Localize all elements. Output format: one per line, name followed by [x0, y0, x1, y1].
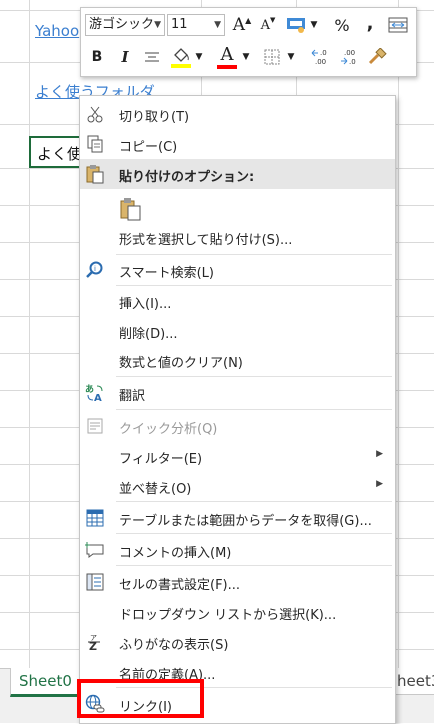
menu-item-show-phonetic[interactable]: アZ ふりがなの表示(S): [80, 627, 395, 657]
grow-font-button[interactable]: A ▲: [231, 14, 253, 36]
paste-icon: [118, 196, 144, 222]
bold-button[interactable]: B: [87, 46, 107, 68]
italic-button[interactable]: I: [115, 46, 135, 68]
menu-item-cut[interactable]: 切り取り(T): [80, 99, 395, 129]
chevron-down-icon: ▼: [154, 20, 161, 30]
number-format-button[interactable]: [284, 14, 308, 36]
svg-text:.00: .00: [344, 49, 355, 57]
fill-color-button[interactable]: [169, 44, 193, 70]
chevron-down-icon[interactable]: ▼: [309, 14, 319, 36]
menu-item-format-cells[interactable]: セルの書式設定(F)...: [80, 567, 395, 597]
copy-icon: [84, 133, 106, 155]
submenu-arrow-icon: ▶: [376, 449, 383, 459]
merge-cells-icon: [388, 17, 408, 33]
increase-decimal-button[interactable]: .0 .00: [309, 46, 333, 68]
font-color-button[interactable]: A: [215, 43, 239, 71]
menu-item-copy[interactable]: コピー(C): [80, 129, 395, 159]
font-color-swatch: [217, 65, 237, 69]
font-size-value: 11: [171, 17, 188, 32]
comment-icon: [84, 539, 106, 561]
mini-toolbar: 游ゴシック ▼ 11 ▼ A ▲ A ▼ ▼ % , B I ▼ A ▼ ▼ .…: [80, 7, 417, 77]
svg-text:i: i: [94, 265, 96, 273]
menu-item-pick-from-list[interactable]: ドロップダウン リストから選択(K)...: [80, 597, 395, 627]
chevron-down-icon[interactable]: ▼: [194, 46, 204, 68]
comma-style-button[interactable]: ,: [359, 12, 381, 34]
font-size-box[interactable]: 11 ▼: [167, 14, 225, 36]
sheet-tab-sheet0[interactable]: Sheet0: [10, 668, 81, 697]
menu-item-insert-comment[interactable]: コメントの挿入(M): [80, 535, 395, 565]
increase-decimal-icon: .0 .00: [311, 49, 327, 66]
context-menu: 切り取り(T) コピー(C) 貼り付けのオプション: 形式を選択して貼り付け(S…: [79, 95, 396, 724]
menu-item-delete[interactable]: 削除(D)...: [80, 316, 395, 346]
align-center-button[interactable]: [141, 46, 163, 68]
borders-button[interactable]: [261, 46, 283, 68]
format-painter-button[interactable]: [365, 46, 389, 68]
font-name-value: 游ゴシック: [89, 17, 155, 32]
svg-text:.00: .00: [315, 58, 326, 66]
submenu-arrow-icon: ▶: [376, 479, 383, 489]
scissors-icon: [84, 103, 106, 125]
menu-item-clear-contents[interactable]: 数式と値のクリア(N): [80, 345, 395, 375]
cell-yahoo-link[interactable]: Yahoo: [35, 22, 79, 40]
chevron-down-icon[interactable]: ▼: [286, 46, 296, 68]
svg-text:あ: あ: [85, 384, 94, 395]
menu-item-quick-analysis: クイック分析(Q): [80, 411, 395, 441]
borders-icon: [264, 49, 280, 65]
font-name-box[interactable]: 游ゴシック ▼: [85, 14, 165, 36]
shrink-font-button[interactable]: A ▼: [257, 14, 279, 36]
table-icon: [84, 507, 106, 529]
translate-icon: あA: [84, 382, 106, 404]
menu-item-filter[interactable]: フィルター(E) ▶: [80, 441, 395, 471]
menu-item-paste-special[interactable]: 形式を選択して貼り付け(S)...: [80, 222, 395, 252]
decrease-decimal-icon: .00 .0: [341, 49, 356, 66]
svg-text:.0: .0: [320, 49, 327, 57]
format-cells-icon: [84, 571, 106, 593]
svg-text:.0: .0: [349, 58, 356, 66]
menu-item-smart-lookup[interactable]: i スマート検索(L): [80, 255, 395, 285]
percent-style-button[interactable]: %: [331, 14, 353, 36]
menu-item-translate[interactable]: あA 翻訳: [80, 378, 395, 408]
chevron-down-icon: ▼: [214, 20, 221, 30]
highlight-box: [77, 679, 204, 718]
currency-format-icon: [287, 18, 305, 33]
menu-item-get-data[interactable]: テーブルまたは範囲からデータを取得(G)...: [80, 503, 395, 533]
clipboard-icon: [84, 163, 106, 185]
phonetic-icon: アZ: [84, 631, 106, 653]
menu-item-insert[interactable]: 挿入(I)...: [80, 286, 395, 316]
decrease-decimal-button[interactable]: .00 .0: [338, 46, 362, 68]
active-cell-text: よく使: [37, 145, 83, 163]
align-center-icon: [145, 52, 159, 62]
merge-center-button[interactable]: [386, 14, 410, 36]
svg-text:A: A: [94, 393, 102, 403]
menu-header-paste-options: 貼り付けのオプション:: [80, 159, 395, 189]
menu-item-sort[interactable]: 並べ替え(O) ▶: [80, 471, 395, 501]
format-painter-icon: [368, 48, 387, 65]
chevron-down-icon[interactable]: ▼: [241, 46, 251, 68]
paste-option-default[interactable]: [80, 191, 395, 225]
quick-analysis-icon: [84, 415, 106, 437]
paint-bucket-icon: [171, 48, 191, 68]
smart-lookup-icon: i: [84, 259, 106, 281]
